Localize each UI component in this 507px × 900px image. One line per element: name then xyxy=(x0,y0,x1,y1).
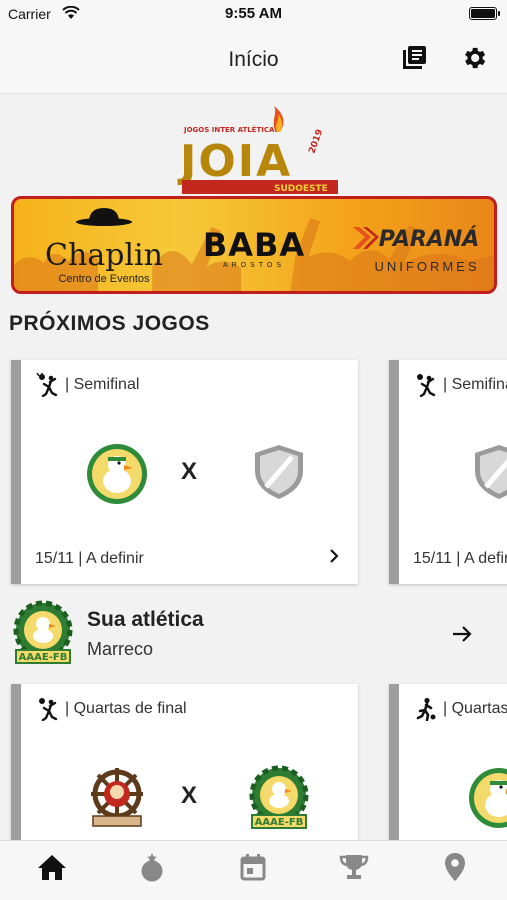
section-title-upcoming: PRÓXIMOS JOGOS xyxy=(9,312,210,335)
tab-locations[interactable] xyxy=(435,851,475,887)
tab-medals[interactable] xyxy=(132,851,172,887)
crest-text: AAAE-FB xyxy=(255,817,304,828)
gear-crest-badge: AAAE-FB xyxy=(13,600,73,664)
volleyball-player-icon xyxy=(413,372,439,398)
volleyball-player-icon xyxy=(35,696,61,722)
event-logo: JOGOS INTER ATLÉTICAS JOIA 2019 SUDOESTE xyxy=(0,104,507,200)
sponsor-banner[interactable]: Chaplin Centro de Eventos BABA AROSTOS P… xyxy=(11,196,497,294)
my-team-logo: AAAE-FB xyxy=(10,600,76,666)
tab-home[interactable] xyxy=(32,851,72,887)
game-card[interactable]: | Quartas de final X AAAE-FB xyxy=(11,684,358,840)
game-phase: | Semifinal xyxy=(443,376,507,393)
logo-name: JOIA xyxy=(177,136,292,187)
clock-label: 9:55 AM xyxy=(225,5,282,22)
page-title: Início xyxy=(228,48,279,71)
medal-icon xyxy=(138,852,166,887)
sponsor-chaplin: Chaplin Centro de Eventos xyxy=(44,199,164,291)
game-phase: | Quartas de final xyxy=(65,700,187,717)
book-icon xyxy=(401,45,427,76)
my-team-label: Sua atlética xyxy=(87,608,204,631)
calendar-icon xyxy=(239,853,267,886)
location-pin-icon xyxy=(443,852,467,887)
tab-calendar[interactable] xyxy=(233,851,273,887)
home-icon xyxy=(37,853,67,886)
tab-bar xyxy=(0,840,507,900)
crest-text: AAAE-FB xyxy=(19,652,68,663)
game-phase: | Semifinal xyxy=(65,376,140,393)
gear-icon xyxy=(460,44,488,77)
duck-mascot-badge xyxy=(87,444,147,504)
battery-icon xyxy=(469,7,500,20)
volleyball-player-icon xyxy=(35,372,61,398)
home-team-logo xyxy=(77,758,157,838)
parana-name: PARANÁ xyxy=(378,227,480,252)
settings-button[interactable] xyxy=(458,44,490,76)
arrow-right-icon[interactable] xyxy=(450,622,474,651)
gear-crest-badge: AAAE-FB xyxy=(249,765,309,829)
game-phase: | Quartas de final xyxy=(443,700,507,717)
ship-wheel-badge xyxy=(91,768,143,827)
home-content[interactable]: JOGOS INTER ATLÉTICAS JOIA 2019 SUDOESTE… xyxy=(0,94,507,840)
game-date-venue: 15/11 | A definir xyxy=(413,550,507,567)
duck-mascot-badge xyxy=(469,768,507,828)
logo-year: 2019 xyxy=(307,128,325,155)
away-team-placeholder xyxy=(239,434,319,514)
game-card[interactable]: | Semifinal X 15/11 | A definir xyxy=(11,360,358,584)
joia-logo: JOGOS INTER ATLÉTICAS JOIA 2019 SUDOESTE xyxy=(177,106,338,194)
news-button[interactable] xyxy=(398,44,430,76)
sponsor-baba: BABA AROSTOS xyxy=(202,199,306,291)
chaplin-subtitle: Centro de Eventos xyxy=(58,272,150,285)
baba-name: BABA xyxy=(202,226,306,264)
parana-emblem-icon xyxy=(349,223,379,258)
my-team-name: Marreco xyxy=(87,639,154,659)
shield-icon xyxy=(252,443,306,506)
chevron-right-icon[interactable] xyxy=(326,548,342,569)
status-bar: Carrier 9:55 AM xyxy=(0,0,507,28)
away-team-logo: AAAE-FB xyxy=(239,758,319,838)
navigation-bar: Início xyxy=(0,28,507,94)
sponsor-parana: PARANÁ UNIFORMES xyxy=(334,199,494,291)
bowler-hat-icon xyxy=(75,206,133,231)
parana-subtitle: UNIFORMES xyxy=(374,258,480,274)
game-card[interactable]: | Quartas de final xyxy=(389,684,507,840)
game-card[interactable]: | Semifinal 15/11 | A definir xyxy=(389,360,507,584)
my-team-row[interactable]: AAAE-FB Sua atlética Marreco xyxy=(0,594,507,676)
versus-label: X xyxy=(181,458,198,485)
home-team-placeholder xyxy=(459,434,507,514)
game-date-venue: 15/11 | A definir xyxy=(35,550,144,567)
logo-tagline: JOGOS INTER ATLÉTICAS xyxy=(183,125,279,134)
home-team-logo xyxy=(459,758,507,838)
soccer-player-icon xyxy=(413,696,439,722)
home-team-logo xyxy=(77,434,157,514)
shield-icon xyxy=(472,443,507,506)
baba-subtitle: AROSTOS xyxy=(222,262,286,269)
chaplin-name: Chaplin xyxy=(45,237,163,273)
logo-region: SUDOESTE xyxy=(274,184,328,194)
trophy-icon xyxy=(339,853,369,886)
tab-trophies[interactable] xyxy=(334,851,374,887)
versus-label: X xyxy=(181,782,198,809)
